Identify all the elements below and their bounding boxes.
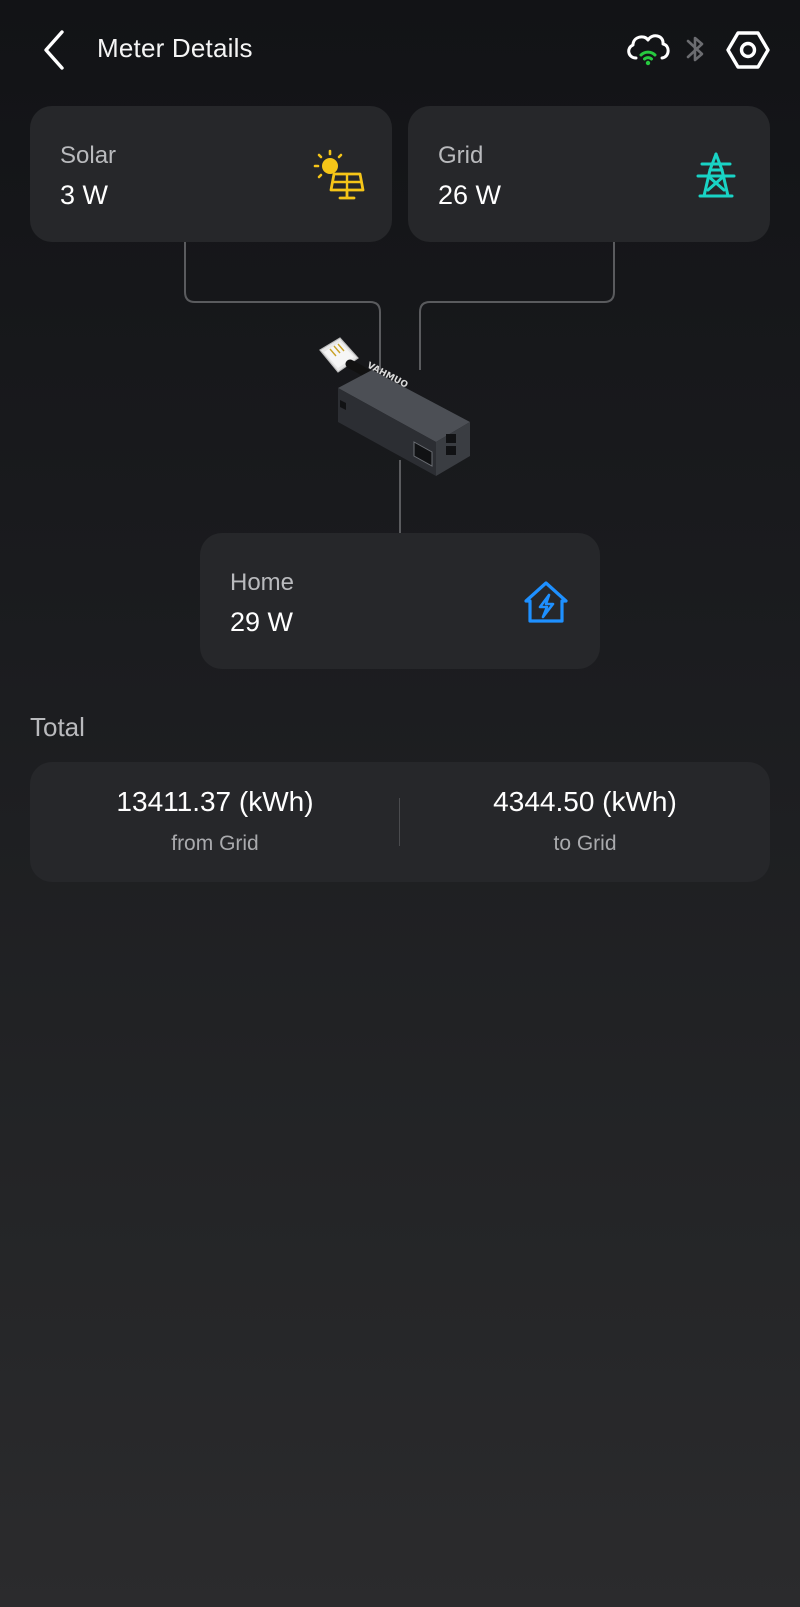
solar-value: 3 W — [60, 180, 109, 210]
meter-device-image: OUMHAV — [310, 330, 490, 490]
solar-panel-sun-icon — [310, 148, 366, 204]
home-value: 29 W — [230, 607, 294, 637]
app-header: Meter Details — [0, 0, 800, 100]
home-label: Home — [230, 569, 295, 596]
grid-card[interactable]: Grid 26 W — [408, 106, 770, 242]
from-grid-label: from Grid — [171, 832, 259, 855]
total-card: 13411.37 (kWh) from Grid 4344.50 (kWh) t… — [30, 762, 770, 882]
back-button[interactable] — [36, 26, 76, 74]
to-grid-value: 4344.50 (kWh) — [493, 786, 677, 817]
from-grid-stat: 13411.37 (kWh) from Grid — [30, 762, 400, 882]
grid-label: Grid — [438, 142, 484, 169]
from-grid-value: 13411.37 (kWh) — [116, 786, 314, 817]
solar-card[interactable]: Solar 3 W — [30, 106, 392, 242]
solar-label: Solar — [60, 142, 117, 169]
back-icon — [44, 30, 64, 70]
bluetooth-icon[interactable] — [680, 24, 710, 76]
to-grid-stat: 4344.50 (kWh) to Grid — [400, 762, 770, 882]
page-title: Meter Details — [97, 33, 253, 63]
home-card[interactable]: Home 29 W — [200, 533, 600, 669]
settings-hex-icon[interactable] — [722, 24, 774, 76]
house-bolt-icon — [518, 575, 574, 631]
grid-value: 26 W — [438, 180, 502, 210]
cloud-wifi-icon[interactable] — [622, 24, 674, 76]
to-grid-label: to Grid — [553, 832, 617, 855]
total-section-title: Total — [30, 712, 85, 742]
power-tower-icon — [688, 148, 744, 204]
